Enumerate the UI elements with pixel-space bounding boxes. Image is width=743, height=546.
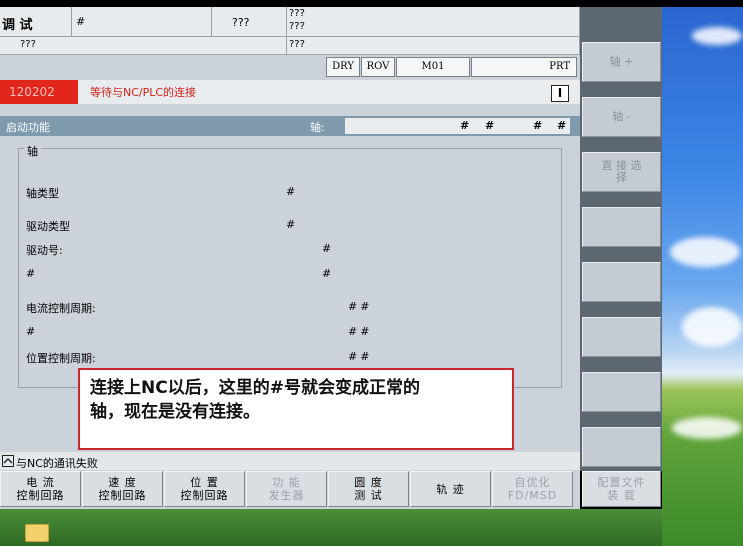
softkey-line1: 速 度 [108, 476, 137, 489]
mode-label: 调 试 [2, 18, 33, 33]
softkey-current-loop[interactable]: 电 流 控制回路 [0, 471, 81, 507]
channel-status-a: ??? [289, 8, 305, 19]
softkey-line1: 配置文件 [597, 476, 646, 489]
softkey-direct-select[interactable]: 直 接 选 择 [582, 152, 661, 192]
softkey-line2: 控制回路 [180, 489, 229, 502]
field-label: # [26, 325, 36, 338]
softkey-axis-minus[interactable]: 轴 - [582, 97, 661, 137]
softkey-line1: 轨 迹 [436, 482, 465, 496]
path-cell: ??? [0, 37, 287, 55]
softkey-trace[interactable]: 轨 迹 [410, 471, 491, 507]
path-field: ??? [20, 39, 36, 50]
tutorial-callout: 连接上NC以后，这里的#号就会变成正常的 轴，现在是没有连接。 [78, 368, 514, 450]
program-field: # [76, 15, 86, 28]
taskbar [0, 509, 662, 546]
status-m01: M01 [396, 57, 470, 77]
program-status-cell: ??? [287, 37, 580, 55]
field-value: # [322, 242, 332, 255]
softkey-empty-4[interactable] [582, 207, 661, 247]
field-label: 驱动类型 [26, 220, 70, 233]
field-label: # [26, 267, 36, 280]
program-cell: # [72, 7, 212, 37]
status-rov: ROV [361, 57, 395, 77]
desktop-wallpaper [662, 7, 743, 546]
alarm-text: 等待与NC/PLC的连接 [90, 86, 197, 99]
alarm-number: 120202 [0, 80, 78, 104]
callout-line-1: 连接上NC以后，这里的#号就会变成正常的 [90, 378, 420, 398]
softkey-empty-6[interactable] [582, 317, 661, 357]
folder-icon[interactable] [25, 524, 49, 542]
softkey-line1: 功 能 [272, 476, 301, 489]
softkey-position-loop[interactable]: 位 置 控制回路 [164, 471, 245, 507]
channel-cell: ??? [212, 7, 287, 37]
expand-icon[interactable] [2, 455, 14, 467]
softkey-line1: 位 置 [190, 476, 219, 489]
field-label: 电流控制周期: [26, 302, 96, 315]
field-value: ## [348, 350, 373, 363]
softkey-empty-8[interactable] [582, 427, 661, 467]
screen: 调 试 # ??? ??? ??? ??? ??? DRY ROV M01 PR… [0, 0, 743, 546]
section-title: 启动功能 [6, 121, 50, 134]
channel-status-b: ??? [289, 21, 305, 32]
channel-field: ??? [232, 16, 250, 29]
program-status-field: ??? [289, 39, 305, 50]
softkey-function-generator[interactable]: 功 能 发生器 [246, 471, 327, 507]
field-label: 位置控制周期: [26, 352, 96, 365]
field-label: 驱动号: [26, 244, 63, 257]
channel-status-cell: ??? ??? [287, 7, 580, 37]
top-black-bar [0, 0, 743, 7]
field-value: ## [348, 325, 373, 338]
alarm-line [0, 80, 580, 104]
axis-value-3: # [533, 119, 543, 132]
status-dry: DRY [326, 57, 360, 77]
softkey-speed-loop[interactable]: 速 度 控制回路 [82, 471, 163, 507]
softkey-circularity-test[interactable]: 圆 度 测 试 [328, 471, 409, 507]
field-value: # [286, 185, 296, 198]
mode-cell: 调 试 [0, 7, 72, 37]
softkey-axis-plus[interactable]: 轴 + [582, 42, 661, 82]
field-value: # [286, 218, 296, 231]
axis-group-box [18, 148, 562, 388]
softkey-line1: 自优化 [514, 476, 551, 489]
softkey-line2: 发生器 [268, 489, 305, 502]
axis-selector[interactable]: # # # # [345, 118, 570, 134]
softkey-line2: 测 试 [354, 489, 383, 502]
field-value: # [322, 267, 332, 280]
axis-value-2: # [485, 119, 495, 132]
message-text: 与NC的通讯失败 [16, 457, 98, 470]
axis-group-label: 轴 [24, 143, 41, 159]
softkey-empty-7[interactable] [582, 372, 661, 412]
softkey-line2: 控制回路 [98, 489, 147, 502]
softkey-auto-optimize[interactable]: 自优化 FD/MSD [492, 471, 573, 507]
axis-value-4: # [557, 119, 567, 132]
softkey-line2: 控制回路 [16, 489, 65, 502]
axis-label: 轴: [310, 121, 325, 134]
softkey-load-config[interactable]: 配置文件 装 载 [582, 471, 661, 507]
field-value: ## [348, 300, 373, 313]
alarm-ack-button[interactable]: I [551, 85, 569, 102]
softkey-line2: 装 载 [607, 489, 636, 502]
callout-line-2: 轴，现在是没有连接。 [90, 402, 260, 422]
softkey-empty-5[interactable] [582, 262, 661, 302]
softkey-line2: FD/MSD [507, 489, 558, 502]
field-label: 轴类型 [26, 187, 59, 200]
axis-value-1: # [460, 119, 470, 132]
status-prt: PRT [471, 57, 577, 77]
softkey-line1: 电 流 [26, 476, 55, 489]
softkey-line1: 圆 度 [354, 476, 383, 489]
